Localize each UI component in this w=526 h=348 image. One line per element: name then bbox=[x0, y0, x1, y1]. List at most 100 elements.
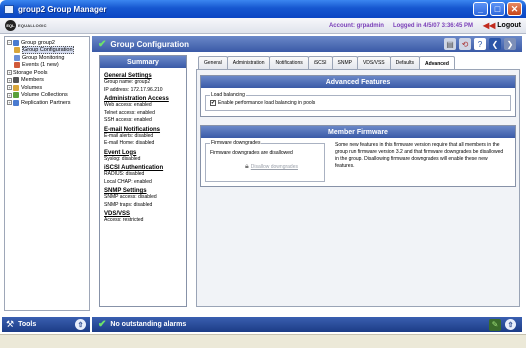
tools-icon: ⚒ bbox=[6, 319, 15, 329]
member-firmware-title: Member Firmware bbox=[201, 126, 515, 138]
alarm-status-icon[interactable]: ✎ bbox=[489, 318, 501, 331]
summary-line: Group name: group2 bbox=[104, 79, 151, 85]
summary-panel: Summary General Settings Group name: gro… bbox=[99, 55, 187, 307]
disallow-downgrades-button[interactable]: 🔒︎ Disallow downgrades bbox=[245, 163, 320, 171]
events-icon bbox=[14, 62, 20, 69]
status-check-icon: ✔ bbox=[98, 38, 107, 50]
logout-icon: ◀◀ bbox=[482, 21, 496, 30]
tree-item-label: Group Monitoring bbox=[22, 54, 65, 61]
logo-text: EQUALLOGIC bbox=[18, 23, 47, 28]
tools-expand-icon[interactable]: ⇧ bbox=[75, 319, 86, 330]
alarms-expand-icon[interactable]: ⇧ bbox=[505, 319, 516, 330]
load-balancing-legend: Load balancing bbox=[211, 92, 245, 98]
refresh-icon[interactable]: ⟲ bbox=[459, 38, 471, 50]
disallow-downgrades-label: Disallow downgrades bbox=[250, 164, 298, 170]
minimize-button[interactable]: _ bbox=[473, 2, 488, 16]
tree-item-label: Volume Collections bbox=[21, 92, 68, 99]
forward-icon[interactable]: ❯ bbox=[504, 38, 516, 50]
tree-item-replication-partners[interactable]: + Replication Partners bbox=[7, 99, 87, 107]
alarms-check-icon: ✔ bbox=[98, 319, 107, 330]
tab-advanced[interactable]: Advanced bbox=[418, 56, 455, 70]
page-title: Group Configuration bbox=[110, 39, 190, 49]
summary-title: Summary bbox=[100, 56, 186, 68]
tree-item-members[interactable]: + Members bbox=[7, 77, 87, 85]
tree-item-label: Replication Partners bbox=[21, 99, 71, 106]
summary-snmp: SNMP Settings SNMP access: disabled SNMP… bbox=[104, 188, 182, 209]
alarms-label: No outstanding alarms bbox=[110, 321, 187, 328]
tree-item-volumes[interactable]: + Volumes bbox=[7, 84, 87, 92]
summary-line: RADIUS: disabled bbox=[104, 171, 145, 177]
summary-line: Local CHAP: enabled bbox=[104, 178, 152, 185]
tree-item-label: Events (1 new) bbox=[22, 62, 59, 69]
help-icon[interactable]: ? bbox=[474, 38, 486, 50]
lock-icon: 🔒︎ bbox=[245, 163, 249, 170]
firmware-downgrade-status: Firmware downgrades are disallowed bbox=[210, 150, 293, 156]
window-title: group2 Group Manager bbox=[18, 4, 107, 14]
expand-icon[interactable]: + bbox=[7, 70, 12, 76]
summary-line: IP address: 172.17.96.210 bbox=[104, 86, 163, 93]
summary-email: E-mail Notifications E-mail alerts: disa… bbox=[104, 127, 182, 148]
status-bar bbox=[0, 334, 526, 348]
tab-iscsi[interactable]: iSCSI bbox=[307, 56, 333, 69]
firmware-downgrades-group: Firmware downgrades Firmware downgrades … bbox=[205, 140, 325, 182]
tree-item-label: Storage Pools bbox=[13, 69, 48, 76]
login-time: Logged in 4/5/07 3:36:45 PM bbox=[392, 22, 473, 29]
main-header: ✔ Group Configuration ▤ ⟲ ? ❮ ❯ bbox=[92, 36, 522, 52]
logo-icon: EQL bbox=[5, 20, 16, 31]
save-icon[interactable]: ▤ bbox=[444, 38, 456, 50]
firmware-downgrades-legend: Firmware downgrades bbox=[211, 140, 261, 146]
summary-vds-vss: VDS/VSS Access: restricted bbox=[104, 211, 182, 225]
summary-line: SNMP traps: disabled bbox=[104, 201, 153, 208]
tree-item-group-monitoring[interactable]: Group Monitoring bbox=[7, 54, 87, 62]
tools-bar[interactable]: ⚒ Tools ⇧ bbox=[2, 317, 90, 332]
load-balancing-option[interactable]: ✔ Enable performance load balancing in p… bbox=[210, 100, 506, 106]
logout-button[interactable]: ◀◀ Logout bbox=[483, 21, 521, 30]
tree-item-events[interactable]: Events (1 new) bbox=[7, 62, 87, 70]
advanced-features-panel: Advanced Features Load balancing ✔ Enabl… bbox=[200, 75, 516, 117]
load-balancing-group: Load balancing ✔ Enable performance load… bbox=[205, 92, 511, 111]
summary-line: SNMP access: disabled bbox=[104, 194, 157, 200]
navigation-tree: − Group group2 Group Configuration Group… bbox=[4, 36, 90, 311]
summary-iscsi: iSCSI Authentication RADIUS: disabled Lo… bbox=[104, 165, 182, 186]
maximize-button[interactable]: □ bbox=[490, 2, 505, 16]
config-tabs: General Administration Notifications iSC… bbox=[198, 56, 455, 70]
summary-line: E-mail Home: disabled bbox=[104, 140, 155, 146]
tree-item-label: Members bbox=[21, 77, 44, 84]
summary-event-logs: Event Logs Syslog: disabled bbox=[104, 150, 182, 164]
tab-notifications[interactable]: Notifications bbox=[269, 56, 309, 69]
firmware-info-text: Some new features in this firmware versi… bbox=[335, 142, 504, 169]
load-balancing-checkbox[interactable]: ✔ bbox=[210, 100, 216, 106]
summary-line: Access: restricted bbox=[104, 217, 144, 223]
account-label: Account: grpadmin bbox=[328, 22, 384, 29]
collections-icon bbox=[13, 92, 19, 99]
tree-item-volume-collections[interactable]: + Volume Collections bbox=[7, 92, 87, 100]
summary-line: SSH access: enabled bbox=[104, 117, 152, 123]
close-button[interactable]: ✕ bbox=[507, 2, 522, 16]
expand-icon[interactable]: + bbox=[7, 100, 12, 106]
config-icon bbox=[14, 47, 20, 54]
app-header: EQL EQUALLOGIC Account: grpadmin Logged … bbox=[0, 18, 526, 34]
tab-general[interactable]: General bbox=[198, 56, 228, 69]
member-firmware-panel: Member Firmware Firmware downgrades Firm… bbox=[200, 125, 516, 187]
alarms-bar[interactable]: ✔ No outstanding alarms ✎ ⇧ bbox=[92, 317, 522, 332]
volumes-icon bbox=[13, 84, 19, 91]
expand-icon[interactable]: + bbox=[7, 92, 12, 98]
tab-defaults[interactable]: Defaults bbox=[389, 56, 420, 69]
tree-item-group-configuration[interactable]: Group Configuration bbox=[7, 46, 87, 55]
replication-icon bbox=[13, 99, 19, 106]
tab-vds-vss[interactable]: VDS/VSS bbox=[356, 56, 391, 69]
tree-item-label: Group Configuration bbox=[22, 46, 74, 55]
expand-icon[interactable]: + bbox=[7, 77, 12, 83]
group-icon bbox=[13, 39, 19, 46]
expand-icon[interactable]: + bbox=[7, 85, 12, 91]
monitor-icon bbox=[14, 54, 20, 61]
logout-label: Logout bbox=[497, 22, 521, 29]
tab-administration[interactable]: Administration bbox=[226, 56, 271, 69]
tree-item-storage-pools[interactable]: + Storage Pools bbox=[7, 69, 87, 77]
summary-line: Telnet access: enabled bbox=[104, 109, 155, 116]
collapse-icon[interactable]: − bbox=[7, 40, 12, 46]
back-icon[interactable]: ❮ bbox=[489, 38, 501, 50]
summary-line: Web access: enabled bbox=[104, 102, 152, 108]
tab-snmp[interactable]: SNMP bbox=[331, 56, 358, 69]
logo: EQL EQUALLOGIC bbox=[5, 20, 47, 31]
